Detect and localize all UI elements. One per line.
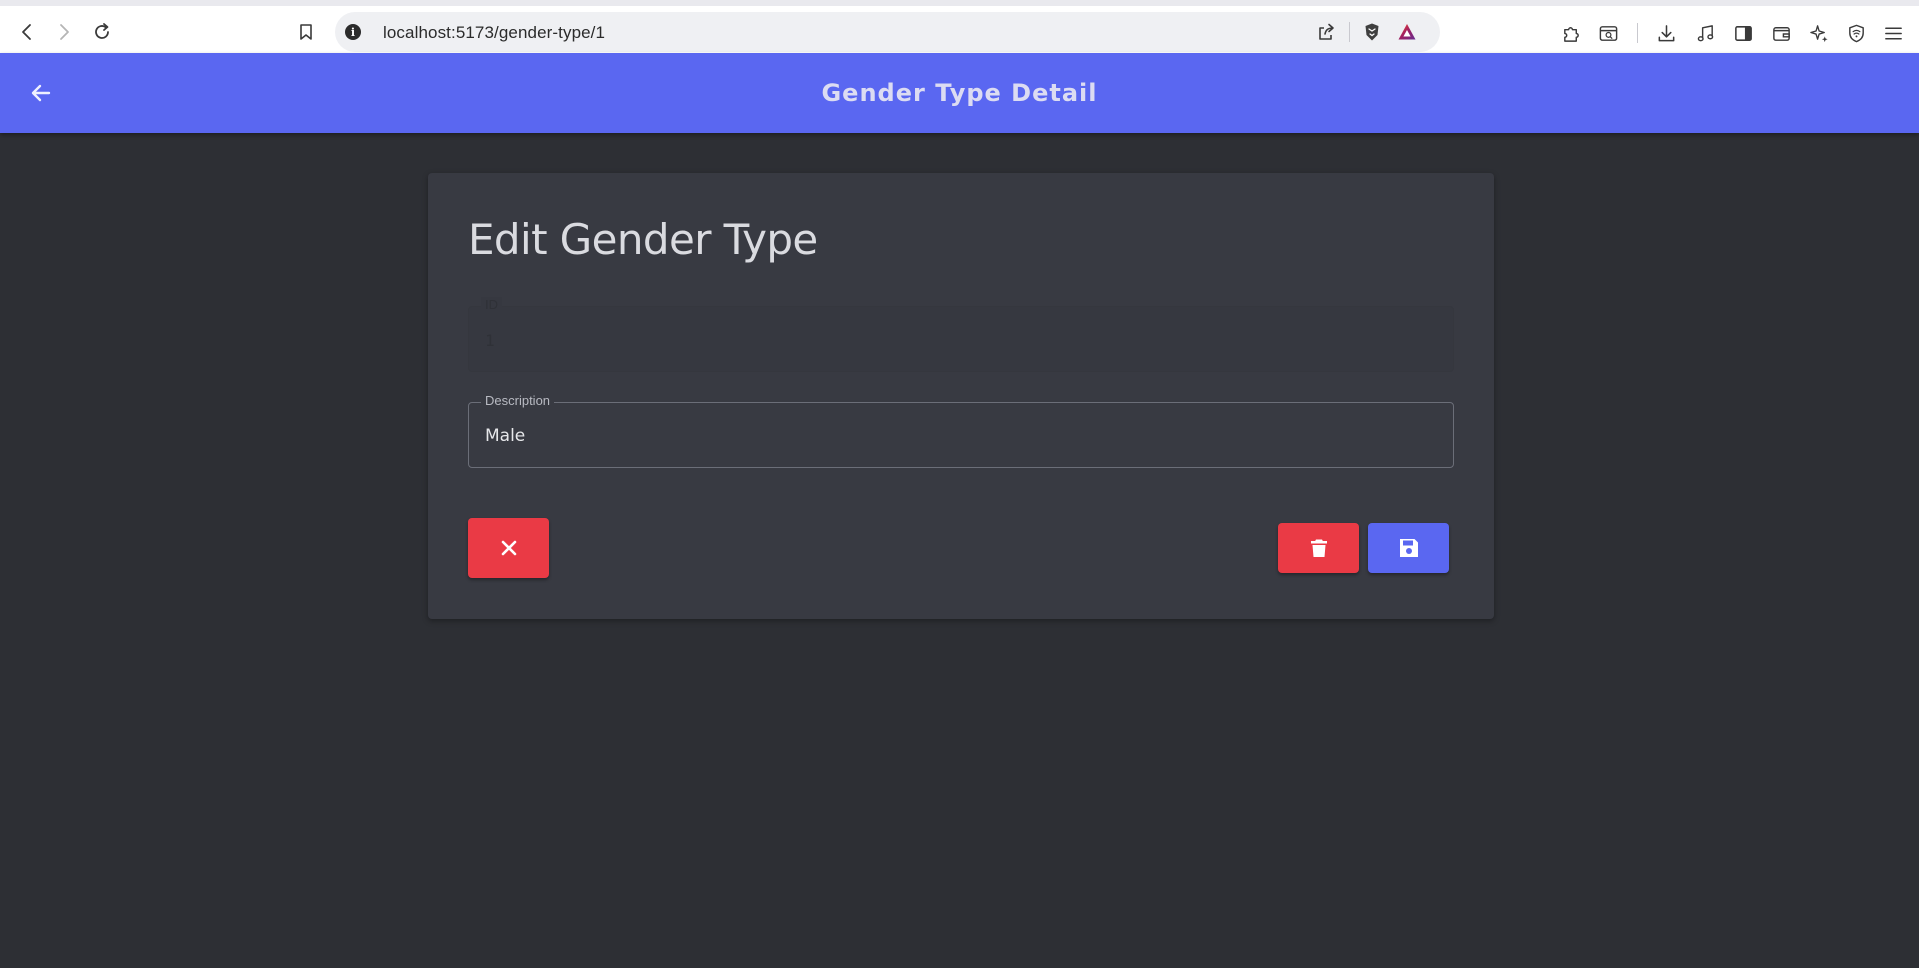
- id-field: ID: [468, 297, 1454, 372]
- delete-button[interactable]: [1278, 523, 1359, 573]
- toolbar-divider: [1637, 23, 1638, 43]
- tab-search-icon[interactable]: [1596, 21, 1620, 45]
- id-field-label: ID: [481, 297, 502, 313]
- puzzle-icon[interactable]: [1559, 21, 1583, 45]
- bookmark-icon: [300, 24, 312, 40]
- id-input: [485, 331, 1425, 350]
- save-button[interactable]: [1368, 523, 1449, 573]
- url-text[interactable]: localhost:5173/gender-type/1: [383, 23, 605, 43]
- sidebar-icon[interactable]: [1731, 21, 1755, 45]
- form-title: Edit Gender Type: [468, 215, 818, 264]
- browser-back-button[interactable]: [9, 14, 45, 50]
- trash-icon: [1310, 539, 1327, 557]
- vpn-shield-icon[interactable]: [1844, 21, 1868, 45]
- page-title: Gender Type Detail: [821, 79, 1098, 107]
- browser-forward-button[interactable]: [46, 14, 82, 50]
- edit-card: Edit Gender Type ID Description: [428, 173, 1494, 619]
- lion-shield-icon[interactable]: [1361, 21, 1383, 43]
- browser-reload-button[interactable]: [84, 14, 120, 50]
- browser-toolbar: i localhost:5173/gender-type/1: [0, 0, 1919, 53]
- wallet-icon[interactable]: [1769, 21, 1793, 45]
- description-field[interactable]: Description: [468, 393, 1454, 468]
- close-icon: [501, 540, 516, 556]
- description-input[interactable]: [485, 426, 1425, 446]
- floppy-disk-icon: [1399, 539, 1418, 557]
- app-header: Gender Type Detail: [0, 53, 1919, 133]
- description-field-label: Description: [481, 393, 555, 409]
- cancel-button[interactable]: [468, 518, 549, 578]
- triangle-icon[interactable]: [1396, 21, 1418, 43]
- sparkle-icon[interactable]: [1807, 21, 1831, 45]
- music-note-icon[interactable]: [1693, 21, 1717, 45]
- site-info-icon[interactable]: i: [345, 24, 361, 40]
- arrow-left-icon: [22, 24, 31, 40]
- bookmark-button[interactable]: [288, 14, 324, 50]
- share-icon[interactable]: [1315, 21, 1337, 43]
- address-bar-divider: [1349, 22, 1350, 42]
- download-icon[interactable]: [1654, 21, 1678, 45]
- address-bar[interactable]: i localhost:5173/gender-type/1: [335, 12, 1440, 52]
- reload-icon: [95, 23, 109, 39]
- hamburger-menu-icon[interactable]: [1881, 21, 1905, 45]
- arrow-right-icon: [60, 24, 69, 40]
